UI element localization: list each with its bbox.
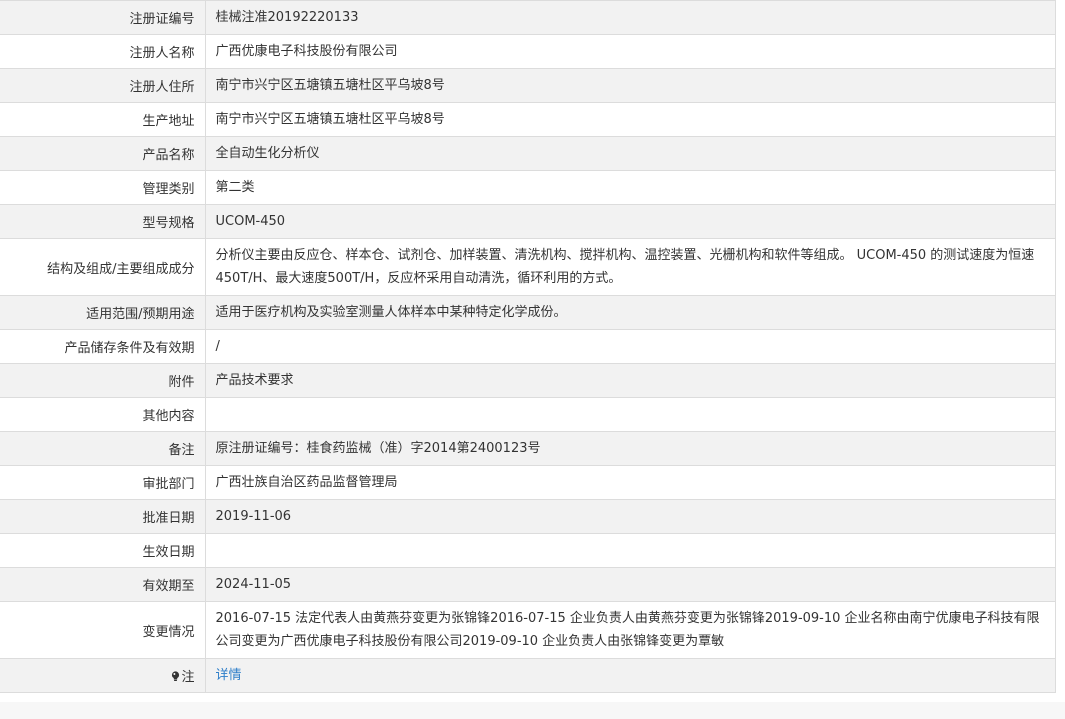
field-value: 适用于医疗机构及实验室测量人体样本中某种特定化学成份。 [205,295,1055,330]
row-structure-composition: 结构及组成/主要组成成分 分析仪主要由反应仓、样本仓、试剂仓、加样装置、清洗机构… [0,238,1055,296]
row-registrant-name: 注册人名称 广西优康电子科技股份有限公司 [0,34,1055,69]
field-label: 产品储存条件及有效期 [0,329,206,364]
field-value: UCOM-450 [205,204,1055,239]
field-value: 全自动生化分析仪 [205,136,1055,171]
field-label: 审批部门 [0,465,206,500]
field-label: 生效日期 [0,533,206,568]
field-value: 桂械注准20192220133 [205,0,1055,35]
row-approval-department: 审批部门 广西壮族自治区药品监督管理局 [0,465,1055,500]
row-note: 注 详情 [0,658,1055,693]
field-label: 附件 [0,363,206,398]
row-registrant-address: 注册人住所 南宁市兴宁区五塘镇五塘杜区平乌坡8号 [0,68,1055,103]
registration-detail-panel: 注册证编号 桂械注准20192220133 注册人名称 广西优康电子科技股份有限… [0,0,1056,693]
row-remarks: 备注 原注册证编号：桂食药监械（准）字2014第2400123号 [0,431,1055,466]
field-label: 其他内容 [0,397,206,432]
field-value: 产品技术要求 [205,363,1055,398]
field-value: 广西壮族自治区药品监督管理局 [205,465,1055,500]
field-value [205,533,1055,568]
lightbulb-icon [171,671,180,682]
field-value: 2019-11-06 [205,499,1055,534]
field-value: 南宁市兴宁区五塘镇五塘杜区平乌坡8号 [205,102,1055,137]
note-label: 注 [181,670,195,685]
field-label: 注册证编号 [0,0,206,35]
row-effective-date: 生效日期 [0,533,1055,568]
field-label: 型号规格 [0,204,206,239]
note-value-cell: 详情 [205,658,1055,693]
field-label: 生产地址 [0,102,206,137]
row-production-address: 生产地址 南宁市兴宁区五塘镇五塘杜区平乌坡8号 [0,102,1055,137]
row-product-name: 产品名称 全自动生化分析仪 [0,136,1055,171]
field-label: 管理类别 [0,170,206,205]
field-value: 分析仪主要由反应仓、样本仓、试剂仓、加样装置、清洗机构、搅拌机构、温控装置、光栅… [205,238,1055,296]
field-label: 注册人住所 [0,68,206,103]
field-value [205,397,1055,432]
field-label: 有效期至 [0,567,206,602]
row-change-history: 变更情况 2016-07-15 法定代表人由黄燕芬变更为张锦锋2016-07-1… [0,601,1055,659]
row-attachment: 附件 产品技术要求 [0,363,1055,398]
row-model-spec: 型号规格 UCOM-450 [0,204,1055,239]
registration-detail-table: 注册证编号 桂械注准20192220133 注册人名称 广西优康电子科技股份有限… [0,0,1055,693]
field-value: 第二类 [205,170,1055,205]
field-label: 备注 [0,431,206,466]
row-approval-date: 批准日期 2019-11-06 [0,499,1055,534]
field-value: 2024-11-05 [205,567,1055,602]
field-label: 适用范围/预期用途 [0,295,206,330]
field-label: 变更情况 [0,601,206,659]
row-other-content: 其他内容 [0,397,1055,432]
row-registration-number: 注册证编号 桂械注准20192220133 [0,0,1055,35]
details-link[interactable]: 详情 [216,668,242,683]
field-label: 批准日期 [0,499,206,534]
field-value: 原注册证编号：桂食药监械（准）字2014第2400123号 [205,431,1055,466]
row-valid-until: 有效期至 2024-11-05 [0,567,1055,602]
field-value: 广西优康电子科技股份有限公司 [205,34,1055,69]
page-footer-bar [0,702,1065,719]
note-label-cell: 注 [0,658,206,693]
field-value: / [205,329,1055,364]
field-label: 结构及组成/主要组成成分 [0,238,206,296]
field-label: 产品名称 [0,136,206,171]
row-management-category: 管理类别 第二类 [0,170,1055,205]
row-intended-use: 适用范围/预期用途 适用于医疗机构及实验室测量人体样本中某种特定化学成份。 [0,295,1055,330]
field-value: 2016-07-15 法定代表人由黄燕芬变更为张锦锋2016-07-15 企业负… [205,601,1055,659]
row-storage-validity: 产品储存条件及有效期 / [0,329,1055,364]
field-value: 南宁市兴宁区五塘镇五塘杜区平乌坡8号 [205,68,1055,103]
field-label: 注册人名称 [0,34,206,69]
